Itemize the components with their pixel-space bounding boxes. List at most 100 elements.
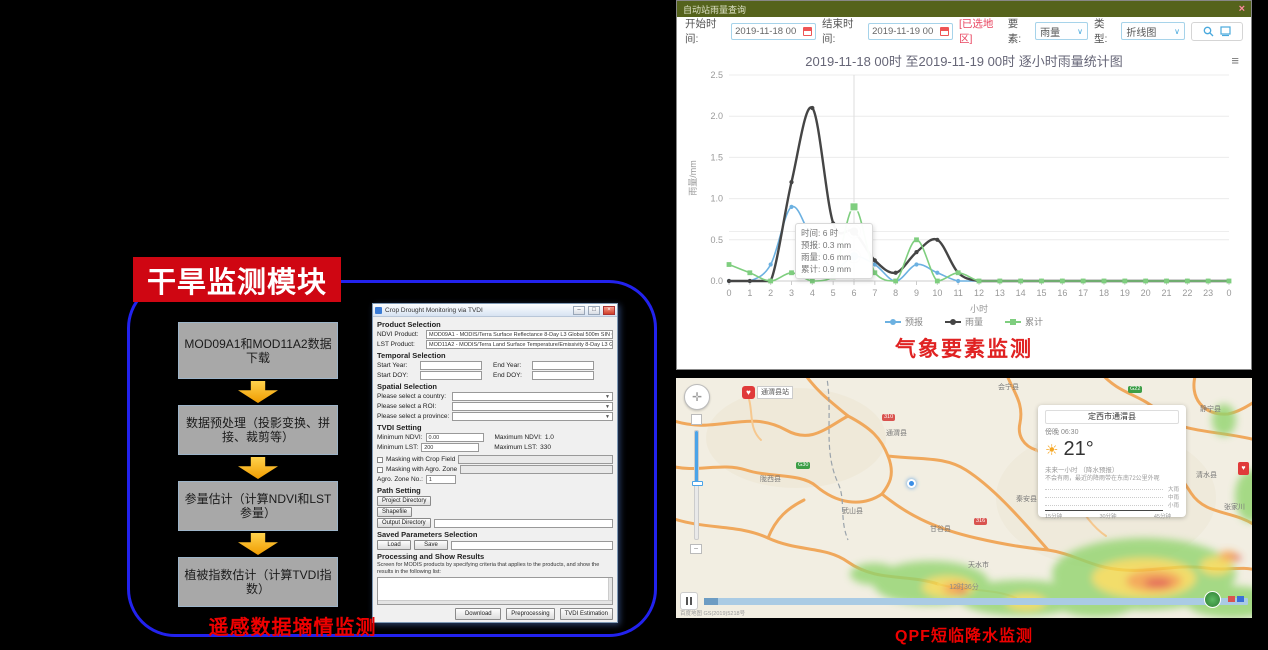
svg-text:22: 22 xyxy=(1182,288,1192,298)
station-marker[interactable]: ♥ 通渭县站 xyxy=(742,386,793,399)
tvdi-body: Product Selection NDVI Product: MOD09A1 … xyxy=(373,317,617,622)
download-button[interactable]: Download xyxy=(455,608,501,620)
end-year-label: End Year: xyxy=(493,362,529,369)
close-icon[interactable]: × xyxy=(1239,3,1245,15)
flow-step-parameters: 参量估计（计算NDVI和LST参量） xyxy=(178,481,338,531)
zoom-out-button[interactable]: − xyxy=(690,544,702,554)
section-temporal-selection: Temporal Selection xyxy=(377,351,613,360)
svg-text:17: 17 xyxy=(1078,288,1088,298)
tick-label: 15分钟 xyxy=(1045,512,1062,520)
tick-label: 45分钟 xyxy=(1154,512,1171,520)
zoom-slider[interactable] xyxy=(694,430,699,540)
legend-item-rain[interactable]: 雨量 xyxy=(945,315,983,328)
weather-card-title[interactable]: 定西市通渭县 xyxy=(1045,410,1179,424)
map-label: 清水县 xyxy=(1196,470,1217,480)
max-lst-label: Maximum LST: xyxy=(494,444,537,451)
min-lst-input[interactable]: 200 xyxy=(421,443,479,452)
svg-text:15: 15 xyxy=(1036,288,1046,298)
max-ndvi-value: 1.0 xyxy=(545,434,554,441)
min-ndvi-input[interactable]: 0.00 xyxy=(426,433,484,442)
section-processing: Processing and Show Results xyxy=(377,552,613,561)
pause-button[interactable] xyxy=(680,592,698,610)
svg-text:3: 3 xyxy=(789,288,794,298)
output-directory-button[interactable]: Output Directory xyxy=(377,518,431,528)
end-year-input[interactable] xyxy=(532,361,594,370)
map-compass-control[interactable]: ✛ xyxy=(684,384,710,410)
start-year-input[interactable] xyxy=(420,361,482,370)
svg-text:2.0: 2.0 xyxy=(710,111,723,121)
map-mode-button[interactable] xyxy=(691,414,702,425)
flowchart-caption: 遥感数据墒情监测 xyxy=(175,611,410,640)
ndvi-product-label: NDVI Product: xyxy=(377,331,423,338)
slide-canvas: 干旱监测模块 MOD09A1和MOD11A2数据下载 数据预处理（投影变换、拼接… xyxy=(0,0,1268,650)
zoom-thumb[interactable] xyxy=(692,481,703,486)
mask-crop-checkbox[interactable] xyxy=(377,457,383,463)
svg-text:19: 19 xyxy=(1120,288,1130,298)
svg-text:23: 23 xyxy=(1203,288,1213,298)
tvdi-titlebar[interactable]: Crop Drought Monitoring via TVDI – □ × xyxy=(373,304,617,317)
minimize-button[interactable]: – xyxy=(573,306,585,315)
rain-chart-area: 0.00.51.01.52.02.50123456789101112131415… xyxy=(685,65,1245,315)
save-button[interactable]: Save xyxy=(414,540,448,550)
svg-text:7: 7 xyxy=(872,288,877,298)
qpf-map-panel[interactable]: 会宁县 静宁县 通渭县 陇西县 武山县 甘谷县 天水市 秦安县 张家川 清水县 … xyxy=(676,378,1252,618)
start-doy-input[interactable] xyxy=(420,371,482,380)
end-time-input[interactable]: 2019-11-19 00 xyxy=(868,23,953,40)
selected-region-link[interactable]: [已选地区] xyxy=(959,16,1002,46)
calendar-icon[interactable] xyxy=(940,27,949,36)
playback-timestamp: 12时36分 xyxy=(876,582,1052,592)
tooltip-forecast: 预报: 0.3 mm xyxy=(801,239,867,251)
placemark-icon[interactable]: ♥ xyxy=(1238,462,1249,475)
mask-agro-checkbox[interactable] xyxy=(377,467,383,473)
svg-text:4: 4 xyxy=(810,288,815,298)
province-select[interactable]: ▼ xyxy=(452,412,613,421)
results-listbox[interactable] xyxy=(377,577,613,605)
output-directory-input[interactable] xyxy=(434,519,613,528)
end-doy-input[interactable] xyxy=(532,371,594,380)
shapefile-button[interactable]: Shapefile xyxy=(377,507,412,517)
start-year-label: Start Year: xyxy=(377,362,417,369)
load-button[interactable]: Load xyxy=(377,540,411,550)
svg-text:20: 20 xyxy=(1141,288,1151,298)
element-select[interactable]: 雨量∨ xyxy=(1035,22,1088,40)
horizontal-scrollbar[interactable] xyxy=(378,600,612,604)
rain-window-title: 自动站雨量查询 xyxy=(683,3,746,16)
agro-no-input[interactable]: 1 xyxy=(426,475,456,484)
svg-text:0: 0 xyxy=(1226,288,1231,298)
mask-crop-input[interactable] xyxy=(458,455,613,464)
legend-item-forecast[interactable]: 预报 xyxy=(885,315,923,328)
calendar-icon[interactable] xyxy=(803,27,812,36)
maximize-button[interactable]: □ xyxy=(588,306,600,315)
svg-text:2.5: 2.5 xyxy=(710,70,723,80)
processing-description: Screen for MODIS products by specifying … xyxy=(377,562,613,576)
lst-product-select[interactable]: MOD11A2 - MODIS/Terra Land Surface Tempe… xyxy=(426,340,613,349)
legend-line-dot-icon xyxy=(885,318,901,326)
flow-step-preprocess: 数据预处理（投影变换、拼接、裁剪等） xyxy=(178,405,338,455)
query-button[interactable] xyxy=(1191,22,1243,41)
country-select[interactable]: ▼ xyxy=(452,392,613,401)
weather-section-caption: 气象要素监测 xyxy=(677,333,1251,363)
saved-params-input[interactable] xyxy=(451,541,613,550)
start-time-input[interactable]: 2019-11-18 00 xyxy=(731,23,816,40)
chart-legend: 预报 雨量 累计 xyxy=(677,315,1251,328)
tvdi-estimation-button[interactable]: TVDI Estimation xyxy=(560,608,613,620)
close-button[interactable]: × xyxy=(603,306,615,315)
svg-text:0.0: 0.0 xyxy=(710,276,723,286)
rain-titlebar[interactable]: 自动站雨量查询 × xyxy=(677,1,1251,17)
ndvi-product-select[interactable]: MOD09A1 - MODIS/Terra Surface Reflectanc… xyxy=(426,330,613,339)
preprocessing-button[interactable]: Preprocessing xyxy=(506,608,554,620)
svg-text:0: 0 xyxy=(726,288,731,298)
svg-text:小时: 小时 xyxy=(970,303,988,314)
weather-card: 定西市通渭县 傍晚 06:30 ☀ 21° 未来一小时 （降水预报） 不会有雨，… xyxy=(1038,405,1186,517)
mask-crop-label: Masking with Crop Field xyxy=(386,456,455,463)
playback-progress-bar[interactable] xyxy=(704,598,1248,605)
type-select[interactable]: 折线图∨ xyxy=(1121,22,1185,40)
roi-select[interactable]: ▼ xyxy=(452,402,613,411)
mask-agro-input[interactable] xyxy=(460,465,613,474)
sun-icon: ☀ xyxy=(1045,441,1058,459)
legend-item-accum[interactable]: 累计 xyxy=(1005,315,1043,328)
project-directory-button[interactable]: Project Directory xyxy=(377,496,431,506)
map-label: 静宁县 xyxy=(1200,404,1221,414)
temperature-value: 21° xyxy=(1063,438,1093,461)
minichart-ticks: 15分钟 30分钟 45分钟 xyxy=(1045,512,1171,520)
